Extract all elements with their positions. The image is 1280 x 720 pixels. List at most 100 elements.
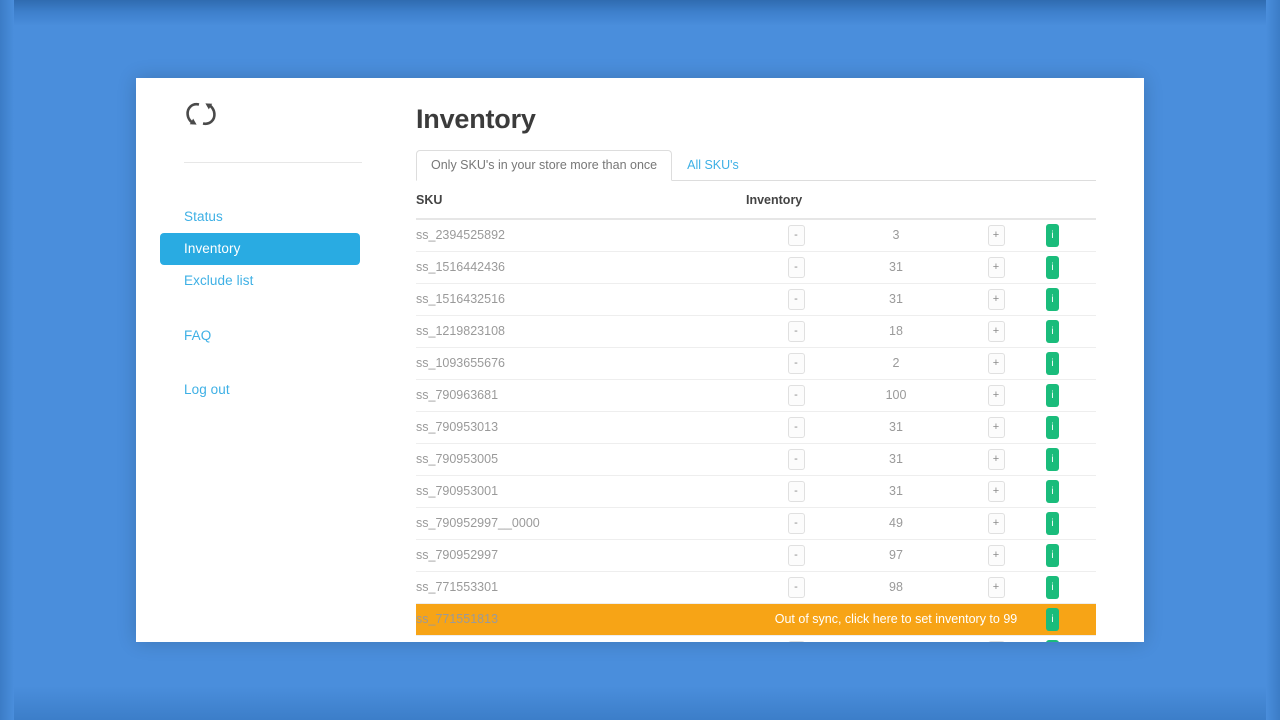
cell-increment: + xyxy=(946,315,1046,348)
info-badge-icon[interactable]: i xyxy=(1046,447,1059,471)
cell-decrement: - xyxy=(746,475,846,508)
table-row: ss_1093655676 - 2 + i xyxy=(416,347,1096,380)
increment-button[interactable]: + xyxy=(987,224,1005,246)
info-badge-icon[interactable]: i xyxy=(1046,607,1059,631)
app-card: Status Inventory Exclude list FAQ Log ou… xyxy=(136,78,1144,642)
sidebar-item-log-out[interactable]: Log out xyxy=(160,374,360,406)
tab-bar: Only SKU's in your store more than once … xyxy=(416,150,1096,181)
increment-button[interactable]: + xyxy=(987,384,1005,406)
cell-info-badge: i xyxy=(1046,539,1096,572)
sidebar-item-exclude-list[interactable]: Exclude list xyxy=(160,265,360,297)
cell-decrement: - xyxy=(746,347,846,380)
cell-info-badge: i xyxy=(1046,603,1096,636)
info-badge-icon[interactable]: i xyxy=(1046,543,1059,567)
table-row: ss_790953005 - 31 + i xyxy=(416,443,1096,476)
sidebar-item-faq[interactable]: FAQ xyxy=(160,320,360,352)
cell-decrement: - xyxy=(746,635,846,642)
cell-decrement: - xyxy=(746,539,846,572)
increment-button[interactable]: + xyxy=(987,320,1005,342)
info-badge-icon[interactable]: i xyxy=(1046,383,1059,407)
increment-button[interactable]: + xyxy=(987,544,1005,566)
decrement-button[interactable]: - xyxy=(787,384,805,406)
cell-increment: + xyxy=(946,347,1046,380)
cell-info-badge: i xyxy=(1046,315,1096,348)
cell-decrement: - xyxy=(746,219,846,252)
increment-button[interactable]: + xyxy=(987,416,1005,438)
cell-info-badge: i xyxy=(1046,475,1096,508)
increment-button[interactable]: + xyxy=(987,576,1005,598)
cell-info-badge: i xyxy=(1046,571,1096,604)
cell-inventory-value: 49 xyxy=(846,635,946,642)
increment-button[interactable]: + xyxy=(987,256,1005,278)
cell-inventory-value: 31 xyxy=(846,411,946,444)
sync-refresh-icon xyxy=(184,98,218,130)
background-vignette-top xyxy=(0,0,1280,26)
increment-button[interactable]: + xyxy=(987,288,1005,310)
table-row: ss_790953001 - 31 + i xyxy=(416,475,1096,508)
cell-decrement: - xyxy=(746,379,846,412)
decrement-button[interactable]: - xyxy=(787,352,805,374)
decrement-button[interactable]: - xyxy=(787,512,805,534)
tab-all-skus[interactable]: All SKU's xyxy=(672,150,754,181)
table-row: ss_790952997 - 97 + i xyxy=(416,539,1096,572)
cell-sku: ss_771551813 xyxy=(416,603,746,636)
decrement-button[interactable]: - xyxy=(787,576,805,598)
decrement-button[interactable]: - xyxy=(787,320,805,342)
cell-increment: + xyxy=(946,443,1046,476)
info-badge-icon[interactable]: i xyxy=(1046,639,1059,642)
info-badge-icon[interactable]: i xyxy=(1046,479,1059,503)
decrement-button[interactable]: - xyxy=(787,448,805,470)
increment-button[interactable]: + xyxy=(987,448,1005,470)
tab-only-duplicate-skus[interactable]: Only SKU's in your store more than once xyxy=(416,150,673,181)
decrement-button[interactable]: - xyxy=(787,544,805,566)
decrement-button[interactable]: - xyxy=(787,416,805,438)
info-badge-icon[interactable]: i xyxy=(1046,255,1059,279)
info-badge-icon[interactable]: i xyxy=(1046,223,1059,247)
sidebar-divider xyxy=(184,162,362,163)
table-row[interactable]: ss_771551813 Out of sync, click here to s… xyxy=(416,603,1096,636)
info-badge-icon[interactable]: i xyxy=(1046,575,1059,599)
main-content: Inventory Only SKU's in your store more … xyxy=(384,78,1144,642)
info-badge-icon[interactable]: i xyxy=(1046,351,1059,375)
cell-increment: + xyxy=(946,411,1046,444)
info-badge-icon[interactable]: i xyxy=(1046,415,1059,439)
table-row: ss_771551169 - 49 + i xyxy=(416,635,1096,642)
sidebar-item-inventory[interactable]: Inventory xyxy=(160,233,360,266)
cell-info-badge: i xyxy=(1046,379,1096,412)
table-row: ss_1516432516 - 31 + i xyxy=(416,283,1096,316)
decrement-button[interactable]: - xyxy=(787,640,805,642)
column-header-actions xyxy=(1046,181,1096,220)
increment-button[interactable]: + xyxy=(987,480,1005,502)
info-badge-icon[interactable]: i xyxy=(1046,511,1059,535)
cell-out-of-sync-message[interactable]: Out of sync, click here to set inventory… xyxy=(746,603,1046,636)
increment-button[interactable]: + xyxy=(987,640,1005,642)
sidebar-nav: Status Inventory Exclude list FAQ Log ou… xyxy=(136,201,384,406)
cell-info-badge: i xyxy=(1046,507,1096,540)
increment-button[interactable]: + xyxy=(987,352,1005,374)
table-header-row: SKU Inventory xyxy=(416,181,1096,220)
table-row: ss_1516442436 - 31 + i xyxy=(416,251,1096,284)
cell-increment: + xyxy=(946,251,1046,284)
decrement-button[interactable]: - xyxy=(787,256,805,278)
cell-decrement: - xyxy=(746,507,846,540)
decrement-button[interactable]: - xyxy=(787,480,805,502)
background-vignette-right xyxy=(1266,0,1280,720)
inventory-table-body: ss_2394525892-3 + i ss_1516442436-31 + i ss_15… xyxy=(416,219,1096,642)
info-badge-icon[interactable]: i xyxy=(1046,287,1059,311)
out-of-sync-action-link[interactable]: Out of sync, click here to set inventory… xyxy=(746,612,1046,626)
info-badge-icon[interactable]: i xyxy=(1046,319,1059,343)
cell-sku: ss_2394525892 xyxy=(416,219,746,252)
cell-increment: + xyxy=(946,571,1046,604)
sidebar-item-status[interactable]: Status xyxy=(160,201,360,233)
cell-increment: + xyxy=(946,635,1046,642)
cell-sku: ss_1093655676 xyxy=(416,347,746,380)
cell-sku: ss_790953005 xyxy=(416,443,746,476)
increment-button[interactable]: + xyxy=(987,512,1005,534)
cell-info-badge: i xyxy=(1046,283,1096,316)
decrement-button[interactable]: - xyxy=(787,288,805,310)
cell-sku: ss_790952997 xyxy=(416,539,746,572)
cell-inventory-value: 98 xyxy=(846,571,946,604)
cell-decrement: - xyxy=(746,443,846,476)
decrement-button[interactable]: - xyxy=(787,224,805,246)
